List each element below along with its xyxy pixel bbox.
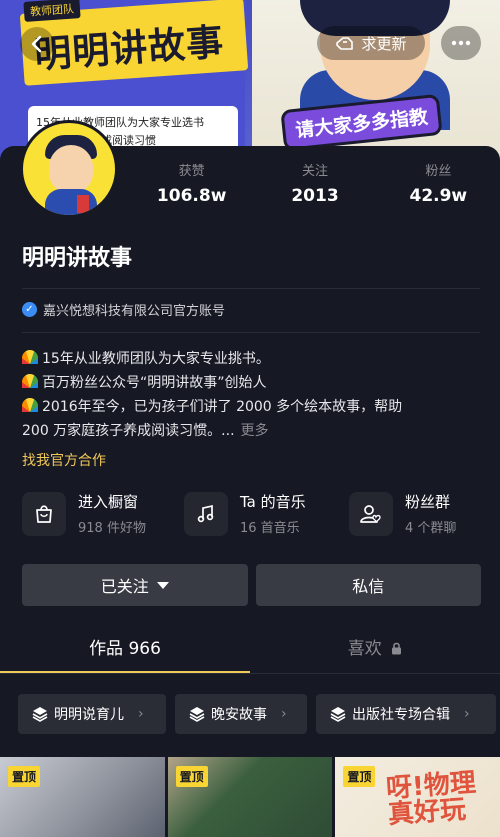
collection-chip[interactable]: 明明说育儿 › (18, 694, 166, 734)
more-button[interactable] (441, 26, 481, 60)
tab-label: 喜欢 (347, 639, 382, 659)
stat-label: 关注 (301, 164, 328, 179)
thumbnail-title: 呀!物理 真好玩 (385, 767, 478, 831)
profile-name: 明明讲故事 (22, 246, 133, 271)
layers-icon (330, 707, 346, 722)
layers-icon (189, 707, 205, 722)
collection-label: 出版社专场合辑 (352, 707, 450, 723)
video-thumbnail[interactable]: 置顶 (167, 757, 333, 837)
avatar[interactable] (20, 120, 118, 218)
video-thumbnail[interactable]: 置顶 呀!物理 真好玩 (335, 757, 500, 837)
stat-value: 2013 (291, 186, 339, 206)
service-showcase[interactable]: 进入橱窗 918 件好物 (22, 491, 146, 536)
bio-line: 百万粉丝公众号“明明讲故事”创始人 (22, 371, 482, 395)
verification-row[interactable]: ✓ 嘉兴悦想科技有限公司官方账号 (22, 300, 225, 319)
service-title: Ta 的音乐 (240, 493, 306, 511)
stat-label: 粉丝 (425, 164, 452, 179)
rainbow-icon (22, 398, 38, 412)
hand-icon (336, 37, 354, 50)
content-tabs: 作品 966 喜欢 (0, 626, 500, 674)
bio-line: 15年从业教师团队为大家专业挑书。 (22, 347, 482, 371)
divider (22, 288, 480, 289)
bio-text: 200 万家庭孩子养成阅读习惯。... (22, 423, 235, 439)
collections-row: 明明说育儿 › 晚安故事 › 出版社专场合辑 › (18, 694, 500, 734)
bio-line: 200 万家庭孩子养成阅读习惯。... 更多 (22, 419, 482, 443)
rainbow-icon (22, 350, 38, 364)
video-thumbnail[interactable]: 置顶 (0, 757, 165, 837)
more-dots-icon (451, 40, 471, 46)
avatar-face (49, 145, 93, 193)
followed-button[interactable]: 已关注 (22, 564, 248, 606)
shopping-bag-icon (22, 491, 66, 536)
bio-line: 2016年至今，已为孩子们讲了 2000 多个绘本故事，帮助 (22, 395, 482, 419)
request-update-label: 求更新 (361, 34, 407, 53)
stat-value: 106.8w (156, 186, 227, 206)
collection-chip[interactable]: 出版社专场合辑 › (316, 694, 496, 734)
followed-label: 已关注 (100, 577, 149, 596)
service-subtitle: 16 首音乐 (240, 521, 300, 536)
collection-label: 晚安故事 (211, 707, 267, 723)
official-partnership-link[interactable]: 找我官方合作 (22, 450, 106, 470)
collection-label: 明明说育儿 (54, 707, 124, 723)
fan-group-icon (349, 491, 393, 536)
music-note-icon (184, 491, 228, 536)
pinned-badge: 置顶 (175, 766, 208, 787)
collection-chip[interactable]: 晚安故事 › (175, 694, 307, 734)
pinned-badge: 置顶 (343, 766, 376, 787)
chevron-right-icon: › (138, 706, 144, 722)
avatar-body (45, 189, 97, 215)
bio-text: 15年从业教师团队为大家专业挑书。 (42, 351, 270, 367)
service-fan-group[interactable]: 粉丝群 4 个群聊 (349, 491, 456, 536)
lock-icon (392, 642, 402, 655)
tab-works[interactable]: 作品 966 (0, 626, 250, 674)
action-row: 已关注 私信 (22, 564, 481, 606)
chevron-right-icon: › (464, 706, 470, 722)
service-title: 粉丝群 (405, 493, 451, 511)
pinned-badge: 置顶 (8, 766, 41, 787)
stat-label: 获赞 (178, 164, 205, 179)
service-title: 进入橱窗 (78, 493, 139, 511)
stat-followers[interactable]: 粉丝 42.9w (377, 160, 500, 206)
service-subtitle: 4 个群聊 (405, 521, 457, 536)
tab-label: 作品 966 (89, 639, 161, 659)
divider (22, 332, 480, 333)
tab-baseline (0, 673, 500, 674)
message-label: 私信 (352, 577, 385, 596)
stat-value: 42.9w (409, 186, 468, 206)
caret-down-icon (156, 581, 169, 589)
stat-likes[interactable]: 获赞 106.8w (130, 160, 253, 206)
request-update-button[interactable]: 求更新 (317, 26, 425, 60)
video-grid: 置顶 置顶 置顶 呀!物理 真好玩 (0, 757, 500, 837)
bio-more-link[interactable]: 更多 (241, 423, 269, 439)
service-subtitle: 918 件好物 (78, 521, 146, 536)
services-row: 进入橱窗 918 件好物 Ta 的音乐 16 首音乐 粉丝群 4 个群聊 (22, 491, 482, 545)
verified-check-icon: ✓ (22, 302, 37, 317)
bio-text: 百万粉丝公众号“明明讲故事”创始人 (42, 375, 267, 391)
tab-likes[interactable]: 喜欢 (250, 626, 500, 674)
service-music[interactable]: Ta 的音乐 16 首音乐 (184, 491, 306, 536)
verified-text: 嘉兴悦想科技有限公司官方账号 (43, 304, 226, 319)
stat-following[interactable]: 关注 2013 (253, 160, 376, 206)
message-button[interactable]: 私信 (255, 564, 481, 606)
bio-text: 2016年至今，已为孩子们讲了 2000 多个绘本故事，帮助 (42, 399, 403, 415)
profile-bio[interactable]: 15年从业教师团队为大家专业挑书。 百万粉丝公众号“明明讲故事”创始人 2016… (22, 347, 482, 443)
layers-icon (32, 707, 48, 722)
chevron-left-icon (31, 35, 42, 53)
avatar-book (77, 195, 89, 213)
back-button[interactable] (20, 27, 54, 61)
rainbow-icon (22, 374, 38, 388)
tab-indicator (0, 671, 250, 673)
profile-stats: 获赞 106.8w 关注 2013 粉丝 42.9w (130, 160, 500, 206)
chevron-right-icon: › (281, 706, 287, 722)
